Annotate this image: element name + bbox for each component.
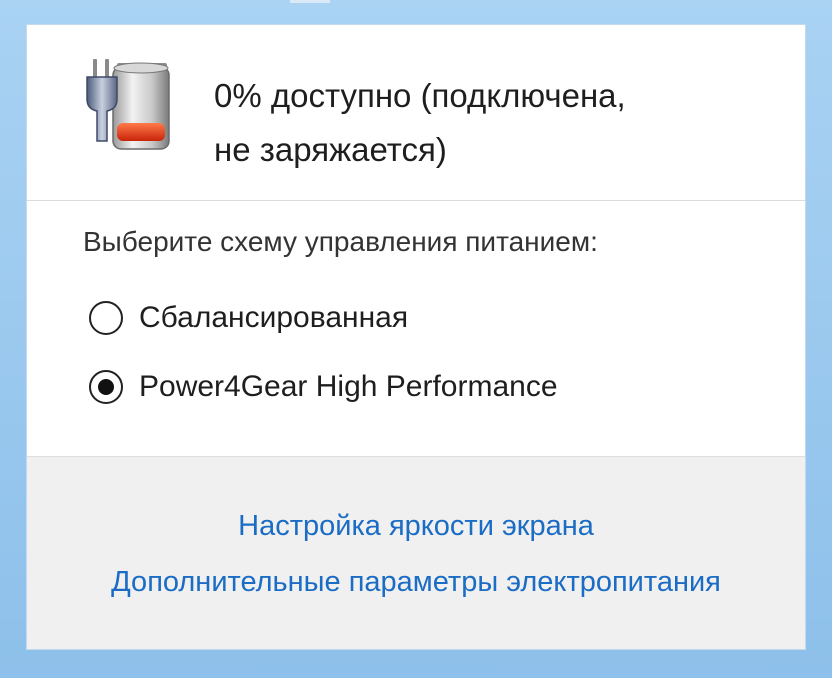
- more-power-options-link[interactable]: Дополнительные параметры электропитания: [27, 566, 805, 599]
- battery-status-text: 0% доступно (подключена, не заряжается): [214, 69, 774, 177]
- power-scheme-prompt: Выберите схему управления питанием:: [83, 226, 598, 257]
- power-flyout-window: 0% доступно (подключена, не заряжается) …: [0, 0, 832, 678]
- power-scheme-section: Выберите схему управления питанием: Сбал…: [27, 201, 805, 456]
- screen-brightness-link[interactable]: Настройка яркости экрана: [27, 510, 805, 543]
- scheme-option-label: Power4Gear High Performance: [139, 370, 558, 403]
- battery-plugged-icon: [83, 55, 179, 153]
- battery-status-line2: не заряжается): [214, 131, 447, 168]
- radio-unchecked-icon[interactable]: [89, 301, 123, 335]
- taskbar-edge: [290, 0, 330, 3]
- battery-status-line1: 0% доступно (подключена,: [214, 77, 626, 114]
- scheme-option-balanced[interactable]: Сбалансированная: [89, 298, 408, 338]
- radio-checked-icon[interactable]: [89, 370, 123, 404]
- power-links-footer: Настройка яркости экрана Дополнительные …: [27, 456, 805, 649]
- scheme-option-label: Сбалансированная: [139, 301, 409, 334]
- power-flyout-panel: 0% доступно (подключена, не заряжается) …: [26, 24, 806, 650]
- battery-status-section: 0% доступно (подключена, не заряжается): [27, 25, 805, 201]
- scheme-option-power4gear[interactable]: Power4Gear High Performance: [89, 367, 558, 407]
